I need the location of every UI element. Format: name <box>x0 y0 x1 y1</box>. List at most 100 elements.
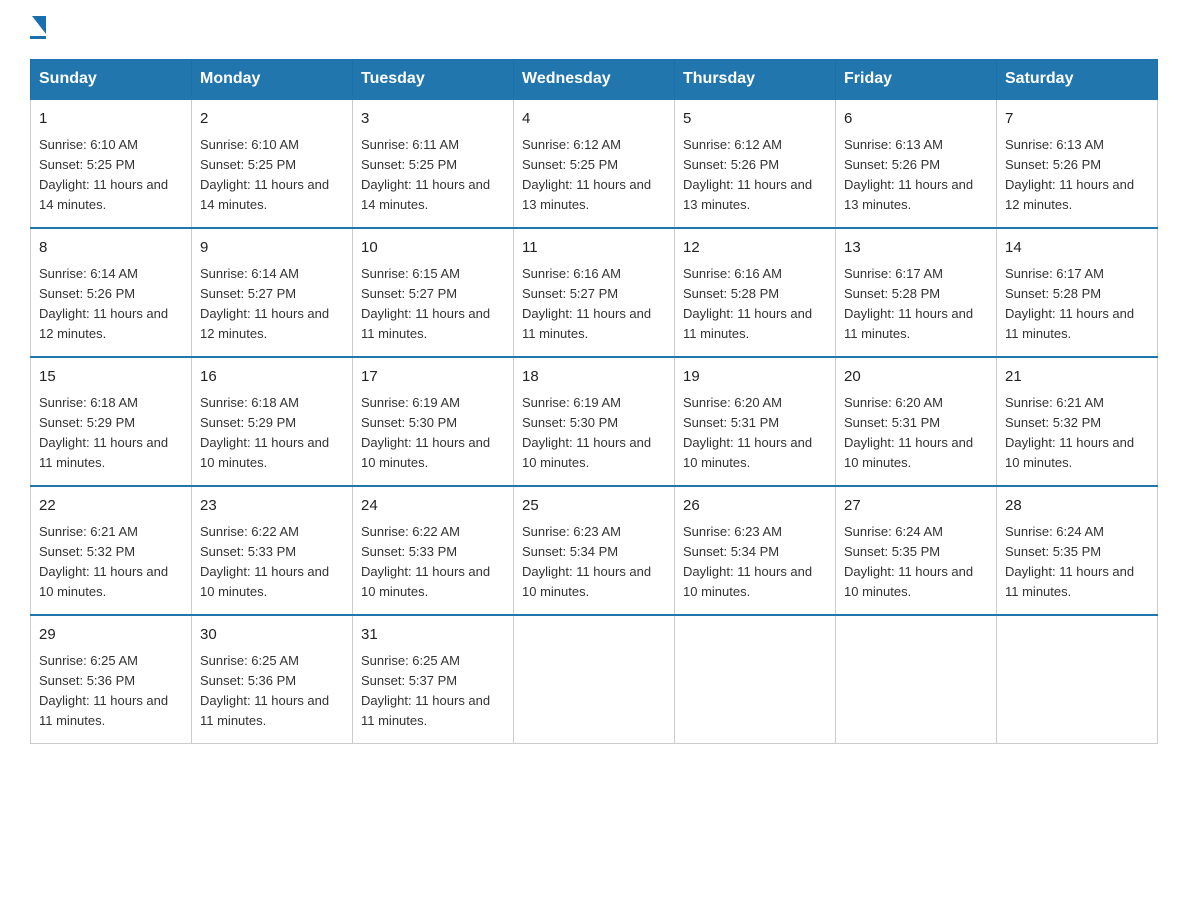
day-number: 29 <box>39 624 183 647</box>
table-row: 1 Sunrise: 6:10 AMSunset: 5:25 PMDayligh… <box>31 99 192 228</box>
logo-underline <box>30 36 46 39</box>
col-saturday: Saturday <box>997 60 1158 100</box>
table-row: 22 Sunrise: 6:21 AMSunset: 5:32 PMDaylig… <box>31 486 192 615</box>
day-number: 25 <box>522 495 666 518</box>
table-row: 9 Sunrise: 6:14 AMSunset: 5:27 PMDayligh… <box>192 228 353 357</box>
day-info: Sunrise: 6:19 AMSunset: 5:30 PMDaylight:… <box>522 393 666 474</box>
day-info: Sunrise: 6:25 AMSunset: 5:36 PMDaylight:… <box>200 651 344 732</box>
table-row <box>997 615 1158 744</box>
day-info: Sunrise: 6:23 AMSunset: 5:34 PMDaylight:… <box>522 522 666 603</box>
day-number: 14 <box>1005 237 1149 260</box>
day-info: Sunrise: 6:23 AMSunset: 5:34 PMDaylight:… <box>683 522 827 603</box>
day-number: 23 <box>200 495 344 518</box>
calendar-week-row: 15 Sunrise: 6:18 AMSunset: 5:29 PMDaylig… <box>31 357 1158 486</box>
table-row <box>675 615 836 744</box>
day-number: 2 <box>200 108 344 131</box>
table-row: 2 Sunrise: 6:10 AMSunset: 5:25 PMDayligh… <box>192 99 353 228</box>
table-row: 19 Sunrise: 6:20 AMSunset: 5:31 PMDaylig… <box>675 357 836 486</box>
table-row <box>836 615 997 744</box>
table-row: 12 Sunrise: 6:16 AMSunset: 5:28 PMDaylig… <box>675 228 836 357</box>
day-info: Sunrise: 6:15 AMSunset: 5:27 PMDaylight:… <box>361 264 505 345</box>
day-info: Sunrise: 6:14 AMSunset: 5:27 PMDaylight:… <box>200 264 344 345</box>
logo <box>30 20 46 39</box>
day-number: 15 <box>39 366 183 389</box>
col-friday: Friday <box>836 60 997 100</box>
table-row: 27 Sunrise: 6:24 AMSunset: 5:35 PMDaylig… <box>836 486 997 615</box>
day-number: 6 <box>844 108 988 131</box>
table-row: 18 Sunrise: 6:19 AMSunset: 5:30 PMDaylig… <box>514 357 675 486</box>
table-row: 14 Sunrise: 6:17 AMSunset: 5:28 PMDaylig… <box>997 228 1158 357</box>
day-info: Sunrise: 6:22 AMSunset: 5:33 PMDaylight:… <box>200 522 344 603</box>
day-number: 30 <box>200 624 344 647</box>
logo-blue-part <box>30 20 46 34</box>
table-row: 10 Sunrise: 6:15 AMSunset: 5:27 PMDaylig… <box>353 228 514 357</box>
day-info: Sunrise: 6:18 AMSunset: 5:29 PMDaylight:… <box>200 393 344 474</box>
day-number: 18 <box>522 366 666 389</box>
day-info: Sunrise: 6:14 AMSunset: 5:26 PMDaylight:… <box>39 264 183 345</box>
day-info: Sunrise: 6:19 AMSunset: 5:30 PMDaylight:… <box>361 393 505 474</box>
calendar-week-row: 8 Sunrise: 6:14 AMSunset: 5:26 PMDayligh… <box>31 228 1158 357</box>
day-number: 31 <box>361 624 505 647</box>
day-info: Sunrise: 6:16 AMSunset: 5:27 PMDaylight:… <box>522 264 666 345</box>
table-row: 26 Sunrise: 6:23 AMSunset: 5:34 PMDaylig… <box>675 486 836 615</box>
day-info: Sunrise: 6:20 AMSunset: 5:31 PMDaylight:… <box>844 393 988 474</box>
day-number: 17 <box>361 366 505 389</box>
day-info: Sunrise: 6:10 AMSunset: 5:25 PMDaylight:… <box>39 135 183 216</box>
table-row: 21 Sunrise: 6:21 AMSunset: 5:32 PMDaylig… <box>997 357 1158 486</box>
table-row: 7 Sunrise: 6:13 AMSunset: 5:26 PMDayligh… <box>997 99 1158 228</box>
day-number: 11 <box>522 237 666 260</box>
day-info: Sunrise: 6:24 AMSunset: 5:35 PMDaylight:… <box>844 522 988 603</box>
page-header <box>30 20 1158 39</box>
day-number: 16 <box>200 366 344 389</box>
day-info: Sunrise: 6:13 AMSunset: 5:26 PMDaylight:… <box>1005 135 1149 216</box>
day-info: Sunrise: 6:11 AMSunset: 5:25 PMDaylight:… <box>361 135 505 216</box>
table-row: 23 Sunrise: 6:22 AMSunset: 5:33 PMDaylig… <box>192 486 353 615</box>
day-number: 7 <box>1005 108 1149 131</box>
day-number: 19 <box>683 366 827 389</box>
day-number: 20 <box>844 366 988 389</box>
table-row: 28 Sunrise: 6:24 AMSunset: 5:35 PMDaylig… <box>997 486 1158 615</box>
day-info: Sunrise: 6:12 AMSunset: 5:25 PMDaylight:… <box>522 135 666 216</box>
day-info: Sunrise: 6:13 AMSunset: 5:26 PMDaylight:… <box>844 135 988 216</box>
calendar-table: Sunday Monday Tuesday Wednesday Thursday… <box>30 59 1158 744</box>
table-row: 29 Sunrise: 6:25 AMSunset: 5:36 PMDaylig… <box>31 615 192 744</box>
day-number: 4 <box>522 108 666 131</box>
col-thursday: Thursday <box>675 60 836 100</box>
day-number: 8 <box>39 237 183 260</box>
day-number: 21 <box>1005 366 1149 389</box>
day-number: 1 <box>39 108 183 131</box>
table-row: 3 Sunrise: 6:11 AMSunset: 5:25 PMDayligh… <box>353 99 514 228</box>
table-row: 8 Sunrise: 6:14 AMSunset: 5:26 PMDayligh… <box>31 228 192 357</box>
table-row: 13 Sunrise: 6:17 AMSunset: 5:28 PMDaylig… <box>836 228 997 357</box>
day-info: Sunrise: 6:21 AMSunset: 5:32 PMDaylight:… <box>1005 393 1149 474</box>
table-row: 20 Sunrise: 6:20 AMSunset: 5:31 PMDaylig… <box>836 357 997 486</box>
table-row: 15 Sunrise: 6:18 AMSunset: 5:29 PMDaylig… <box>31 357 192 486</box>
table-row: 4 Sunrise: 6:12 AMSunset: 5:25 PMDayligh… <box>514 99 675 228</box>
day-number: 3 <box>361 108 505 131</box>
table-row <box>514 615 675 744</box>
day-info: Sunrise: 6:16 AMSunset: 5:28 PMDaylight:… <box>683 264 827 345</box>
calendar-week-row: 1 Sunrise: 6:10 AMSunset: 5:25 PMDayligh… <box>31 99 1158 228</box>
table-row: 31 Sunrise: 6:25 AMSunset: 5:37 PMDaylig… <box>353 615 514 744</box>
calendar-header-row: Sunday Monday Tuesday Wednesday Thursday… <box>31 60 1158 100</box>
col-monday: Monday <box>192 60 353 100</box>
day-info: Sunrise: 6:12 AMSunset: 5:26 PMDaylight:… <box>683 135 827 216</box>
calendar-week-row: 22 Sunrise: 6:21 AMSunset: 5:32 PMDaylig… <box>31 486 1158 615</box>
day-info: Sunrise: 6:10 AMSunset: 5:25 PMDaylight:… <box>200 135 344 216</box>
day-number: 26 <box>683 495 827 518</box>
day-number: 12 <box>683 237 827 260</box>
table-row: 16 Sunrise: 6:18 AMSunset: 5:29 PMDaylig… <box>192 357 353 486</box>
day-number: 13 <box>844 237 988 260</box>
logo-triangle-icon <box>32 16 46 34</box>
col-tuesday: Tuesday <box>353 60 514 100</box>
table-row: 17 Sunrise: 6:19 AMSunset: 5:30 PMDaylig… <box>353 357 514 486</box>
day-info: Sunrise: 6:20 AMSunset: 5:31 PMDaylight:… <box>683 393 827 474</box>
day-info: Sunrise: 6:17 AMSunset: 5:28 PMDaylight:… <box>844 264 988 345</box>
day-info: Sunrise: 6:24 AMSunset: 5:35 PMDaylight:… <box>1005 522 1149 603</box>
table-row: 6 Sunrise: 6:13 AMSunset: 5:26 PMDayligh… <box>836 99 997 228</box>
day-number: 5 <box>683 108 827 131</box>
day-info: Sunrise: 6:25 AMSunset: 5:36 PMDaylight:… <box>39 651 183 732</box>
table-row: 30 Sunrise: 6:25 AMSunset: 5:36 PMDaylig… <box>192 615 353 744</box>
table-row: 25 Sunrise: 6:23 AMSunset: 5:34 PMDaylig… <box>514 486 675 615</box>
day-number: 9 <box>200 237 344 260</box>
